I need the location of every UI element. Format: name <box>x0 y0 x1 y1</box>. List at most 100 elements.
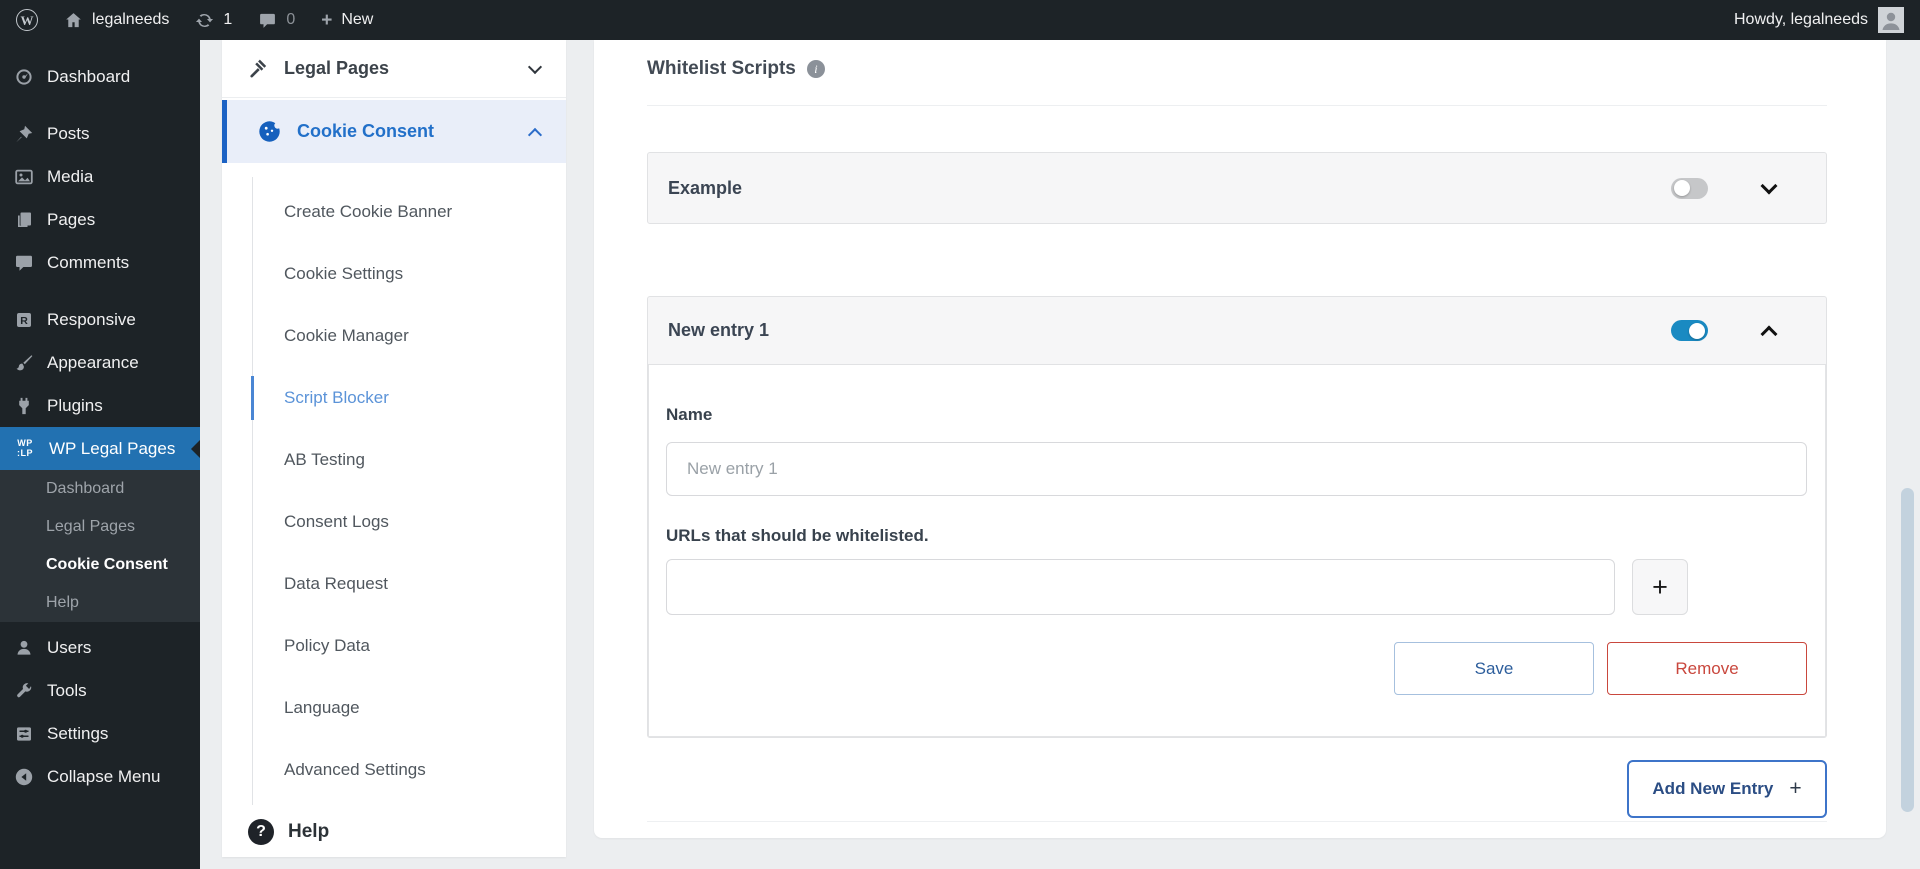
chevron-up-icon <box>1760 325 1778 342</box>
sidebar-item-responsive[interactable]: R Responsive <box>0 298 200 341</box>
footer-divider <box>647 821 1827 822</box>
site-name-label: legalneeds <box>92 11 170 28</box>
sidebar-item-tools[interactable]: Tools <box>0 669 200 712</box>
remove-button[interactable]: Remove <box>1607 642 1807 695</box>
admin-sidebar: Dashboard Posts Media Pages Comments R R… <box>0 40 200 869</box>
cookie-consent-label: Cookie Consent <box>297 121 435 141</box>
plugin-icon <box>19 397 29 414</box>
submenu-item-script-blocker[interactable]: Script Blocker <box>251 367 566 429</box>
sidebar-item-posts[interactable]: Posts <box>0 112 200 155</box>
collapse-arrow-icon <box>15 768 33 785</box>
home-icon <box>66 12 81 27</box>
sidebar-item-media[interactable]: Media <box>0 155 200 198</box>
heading-divider <box>647 105 1827 106</box>
comments-link[interactable]: 0 <box>258 11 295 30</box>
entry-collapse-button[interactable] <box>1756 322 1782 342</box>
submenu-item-dashboard[interactable]: Dashboard <box>0 470 200 508</box>
new-content-button[interactable]: + New <box>321 11 373 30</box>
example-panel-header[interactable]: Example <box>648 153 1826 223</box>
site-name-link[interactable]: legalneeds <box>64 11 169 30</box>
admin-bar-right: Howdy, legalneeds <box>1734 7 1904 33</box>
name-field-label: Name <box>666 405 713 424</box>
sidebar-item-users[interactable]: Users <box>0 626 200 669</box>
submenu-item-cookie-settings[interactable]: Cookie Settings <box>253 243 566 305</box>
sidebar-item-pages[interactable]: Pages <box>0 198 200 241</box>
howdy-account-link[interactable]: Howdy, legalneeds <box>1734 11 1868 29</box>
toggle-knob <box>1674 180 1690 196</box>
submenu-item-cookie-consent[interactable]: Cookie Consent <box>0 546 200 584</box>
question-mark-icon: ? <box>248 819 274 845</box>
wp-legal-pages-logo-icon: WP:LP <box>17 437 33 458</box>
add-new-entry-button[interactable]: Add New Entry + <box>1627 760 1827 818</box>
sidebar-item-appearance[interactable]: Appearance <box>0 341 200 384</box>
entry-panel-header[interactable]: New entry 1 <box>648 297 1826 365</box>
updates-link[interactable]: 1 <box>195 11 232 30</box>
avatar[interactable] <box>1878 7 1904 33</box>
users-icon <box>17 640 31 655</box>
submenu-item-create-cookie-banner[interactable]: Create Cookie Banner <box>253 181 566 243</box>
sidebar-item-dashboard[interactable]: Dashboard <box>0 55 200 98</box>
entry-panel-example: Example <box>647 152 1827 224</box>
example-expand-button[interactable] <box>1756 177 1782 195</box>
name-input[interactable] <box>666 442 1807 496</box>
submenu-item-cookie-manager[interactable]: Cookie Manager <box>253 305 566 367</box>
plus-icon: + <box>1789 777 1802 800</box>
sidebar-item-label: Pages <box>47 209 96 229</box>
submenu-item-language[interactable]: Language <box>253 677 566 739</box>
wordpress-logo-icon[interactable]: W <box>16 9 38 31</box>
main-content-panel: Whitelist Scripts i Example New entry 1 … <box>594 40 1886 838</box>
media-icon <box>15 169 33 184</box>
sidebar-item-label: Media <box>47 166 94 186</box>
sidebar-item-label: Settings <box>47 723 109 743</box>
example-enable-toggle[interactable] <box>1671 177 1708 199</box>
sidebar-item-label: Comments <box>47 252 130 272</box>
cookie-consent-section-toggle[interactable]: Cookie Consent <box>222 100 566 163</box>
vertical-scrollbar[interactable] <box>1901 488 1914 812</box>
brush-icon <box>16 354 33 370</box>
sidebar-item-settings[interactable]: Settings <box>0 712 200 755</box>
new-label: New <box>341 11 374 28</box>
chevron-up-icon <box>527 127 543 142</box>
submenu-item-advanced-settings[interactable]: Advanced Settings <box>253 739 566 801</box>
responsive-icon: R <box>17 312 31 327</box>
help-link[interactable]: ? Help <box>248 819 329 845</box>
info-icon[interactable]: i <box>806 60 825 78</box>
wordpress-admin-page: { "admin_bar": { "site_name": "legalneed… <box>0 0 1920 869</box>
sidebar-item-label: Users <box>47 637 92 657</box>
whitelist-scripts-section: Whitelist Scripts i Example New entry 1 … <box>594 40 1886 822</box>
cookie-icon <box>259 121 281 142</box>
submenu-item-data-request[interactable]: Data Request <box>253 553 566 615</box>
sidebar-item-label: Dashboard <box>47 66 131 86</box>
sidebar-item-label: Responsive <box>47 309 136 329</box>
submenu-item-consent-logs[interactable]: Consent Logs <box>253 491 566 553</box>
plus-icon: + <box>321 9 333 31</box>
plugin-sidebar: Legal Pages Cookie Consent Create Cookie… <box>222 40 566 857</box>
submenu-item-legal-pages[interactable]: Legal Pages <box>0 508 200 546</box>
chevron-down-icon <box>1760 177 1778 195</box>
url-input[interactable] <box>666 559 1615 615</box>
help-label: Help <box>288 821 330 842</box>
add-new-entry-label: Add New Entry <box>1652 779 1774 798</box>
example-panel-title: Example <box>668 177 743 198</box>
admin-bar-left: W legalneeds 1 0 + New <box>16 9 373 31</box>
submenu-item-policy-data[interactable]: Policy Data <box>253 615 566 677</box>
comment-bubble-icon <box>260 13 276 28</box>
chevron-down-icon <box>527 59 543 74</box>
cookie-consent-submenu: Create Cookie Banner Cookie Settings Coo… <box>251 177 566 805</box>
submenu-item-ab-testing[interactable]: AB Testing <box>253 429 566 491</box>
collapse-menu-button[interactable]: Collapse Menu <box>0 755 200 798</box>
sidebar-item-plugins[interactable]: Plugins <box>0 384 200 427</box>
legal-pages-section-toggle[interactable]: Legal Pages <box>222 40 566 98</box>
sidebar-item-comments[interactable]: Comments <box>0 241 200 284</box>
save-button[interactable]: Save <box>1394 642 1594 695</box>
toggle-knob <box>1689 322 1705 339</box>
entry-panel-body: Name URLs that should be whitelisted. + … <box>648 365 1826 737</box>
panel-footer: Add New Entry + <box>647 760 1827 818</box>
add-url-button[interactable]: + <box>1632 559 1688 615</box>
submenu-item-help[interactable]: Help <box>0 584 200 622</box>
sidebar-item-wp-legal-pages[interactable]: WP:LP WP Legal Pages <box>0 427 200 470</box>
entry-panel-new-entry-1: New entry 1 Name URLs that should be whi… <box>647 296 1827 738</box>
entry-enable-toggle[interactable] <box>1671 320 1708 341</box>
entry-panel-title: New entry 1 <box>668 320 770 340</box>
comment-count: 0 <box>286 11 296 28</box>
